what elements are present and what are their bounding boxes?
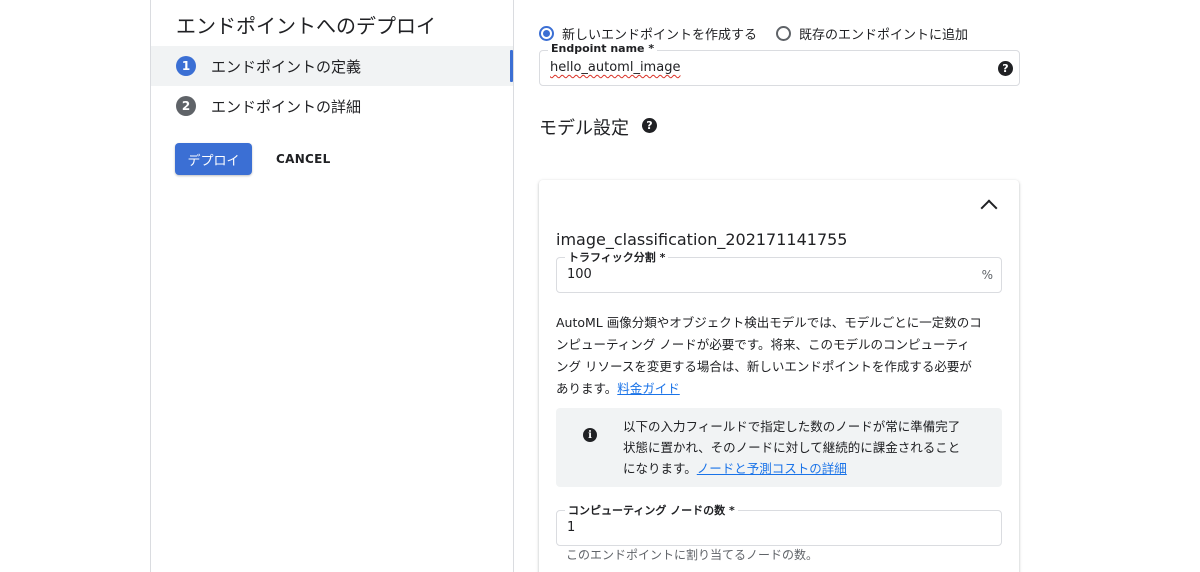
description-text: あります。 (556, 381, 618, 396)
model-settings-title-text: モデル設定 (539, 118, 629, 139)
info-last-text: になります。 (623, 461, 697, 476)
traffic-split-field[interactable]: トラフィック分割 * 100 % (556, 249, 1002, 293)
help-icon[interactable]: ? (998, 61, 1013, 76)
radio-label: 新しいエンドポイントを作成する (562, 28, 758, 43)
percent-suffix: % (981, 268, 993, 282)
compute-nodes-value: 1 (567, 520, 576, 535)
model-card: image_classification_202171141755 トラフィック… (539, 180, 1019, 572)
info-text: 以下の入力フィールドで指定した数のノードが常に準備完了 状態に置かれ、そのノード… (623, 416, 960, 479)
description-line: ンピューティング ノードが必要です。将来、このモデルのコンピューティ (556, 337, 970, 352)
radio-existing-endpoint[interactable]: 既存のエンドポイントに追加 (776, 24, 968, 43)
description-line: ング リソースを変更する場合は、新しいエンドポイントを作成する必要が (556, 359, 972, 374)
model-settings-title: モデル設定 (539, 114, 629, 140)
radio-label: 既存のエンドポイントに追加 (799, 28, 969, 43)
compute-nodes-field[interactable]: コンピューティング ノードの数 * 1 (556, 502, 1002, 546)
info-icon: i (583, 428, 597, 442)
endpoint-name-label: Endpoint name * (548, 42, 658, 55)
model-name: image_classification_202171141755 (556, 230, 848, 249)
compute-description: AutoML 画像分類やオブジェクト検出モデルでは、モデルごとに一定数のコ ンピ… (556, 312, 1006, 400)
description-line: あります。料金ガイド (556, 378, 1006, 400)
step-number: 1 (176, 56, 196, 76)
traffic-split-value: 100 (567, 267, 592, 282)
endpoint-name-field[interactable]: Endpoint name * hello_automl_image ? (539, 42, 1020, 86)
step-number: 2 (176, 96, 196, 116)
traffic-split-label: トラフィック分割 * (565, 249, 669, 265)
help-icon[interactable]: ? (642, 118, 657, 133)
page-title: エンドポイントへのデプロイ (176, 14, 436, 38)
compute-nodes-label: コンピューティング ノードの数 * (565, 502, 738, 518)
compute-nodes-hint: このエンドポイントに割り当てるノードの数。 (566, 548, 819, 562)
stepper-panel: エンドポイントへのデプロイ 1 エンドポイントの定義 2 エンドポイントの詳細 … (151, 0, 513, 572)
pricing-guide-link[interactable]: 料金ガイド (617, 381, 680, 396)
step-label: エンドポイントの定義 (211, 58, 362, 76)
endpoint-form: 新しいエンドポイントを作成する 既存のエンドポイントに追加 Endpoint n… (514, 0, 1200, 572)
info-line: 以下の入力フィールドで指定した数のノードが常に準備完了 (623, 419, 961, 434)
step-endpoint-details[interactable]: 2 エンドポイントの詳細 (151, 86, 513, 126)
radio-unchecked-icon[interactable] (776, 26, 791, 41)
chevron-up-icon[interactable] (980, 199, 998, 217)
deploy-button[interactable]: デプロイ (175, 143, 252, 175)
info-line: 状態に置かれ、そのノードに対して継続的に課金されること (623, 440, 961, 455)
step-label: エンドポイントの詳細 (211, 98, 362, 116)
radio-checked-icon[interactable] (539, 26, 554, 41)
info-line: になります。ノードと予測コストの詳細 (623, 458, 960, 479)
node-cost-details-link[interactable]: ノードと予測コストの詳細 (697, 461, 847, 476)
step-define-endpoint[interactable]: 1 エンドポイントの定義 (151, 46, 513, 86)
radio-new-endpoint[interactable]: 新しいエンドポイントを作成する (539, 24, 757, 43)
info-callout: i 以下の入力フィールドで指定した数のノードが常に準備完了 状態に置かれ、そのノ… (556, 408, 1002, 487)
description-line: AutoML 画像分類やオブジェクト検出モデルでは、モデルごとに一定数のコ (556, 315, 982, 330)
cancel-button[interactable]: CANCEL (266, 143, 341, 175)
endpoint-name-value: hello_automl_image (550, 60, 681, 75)
